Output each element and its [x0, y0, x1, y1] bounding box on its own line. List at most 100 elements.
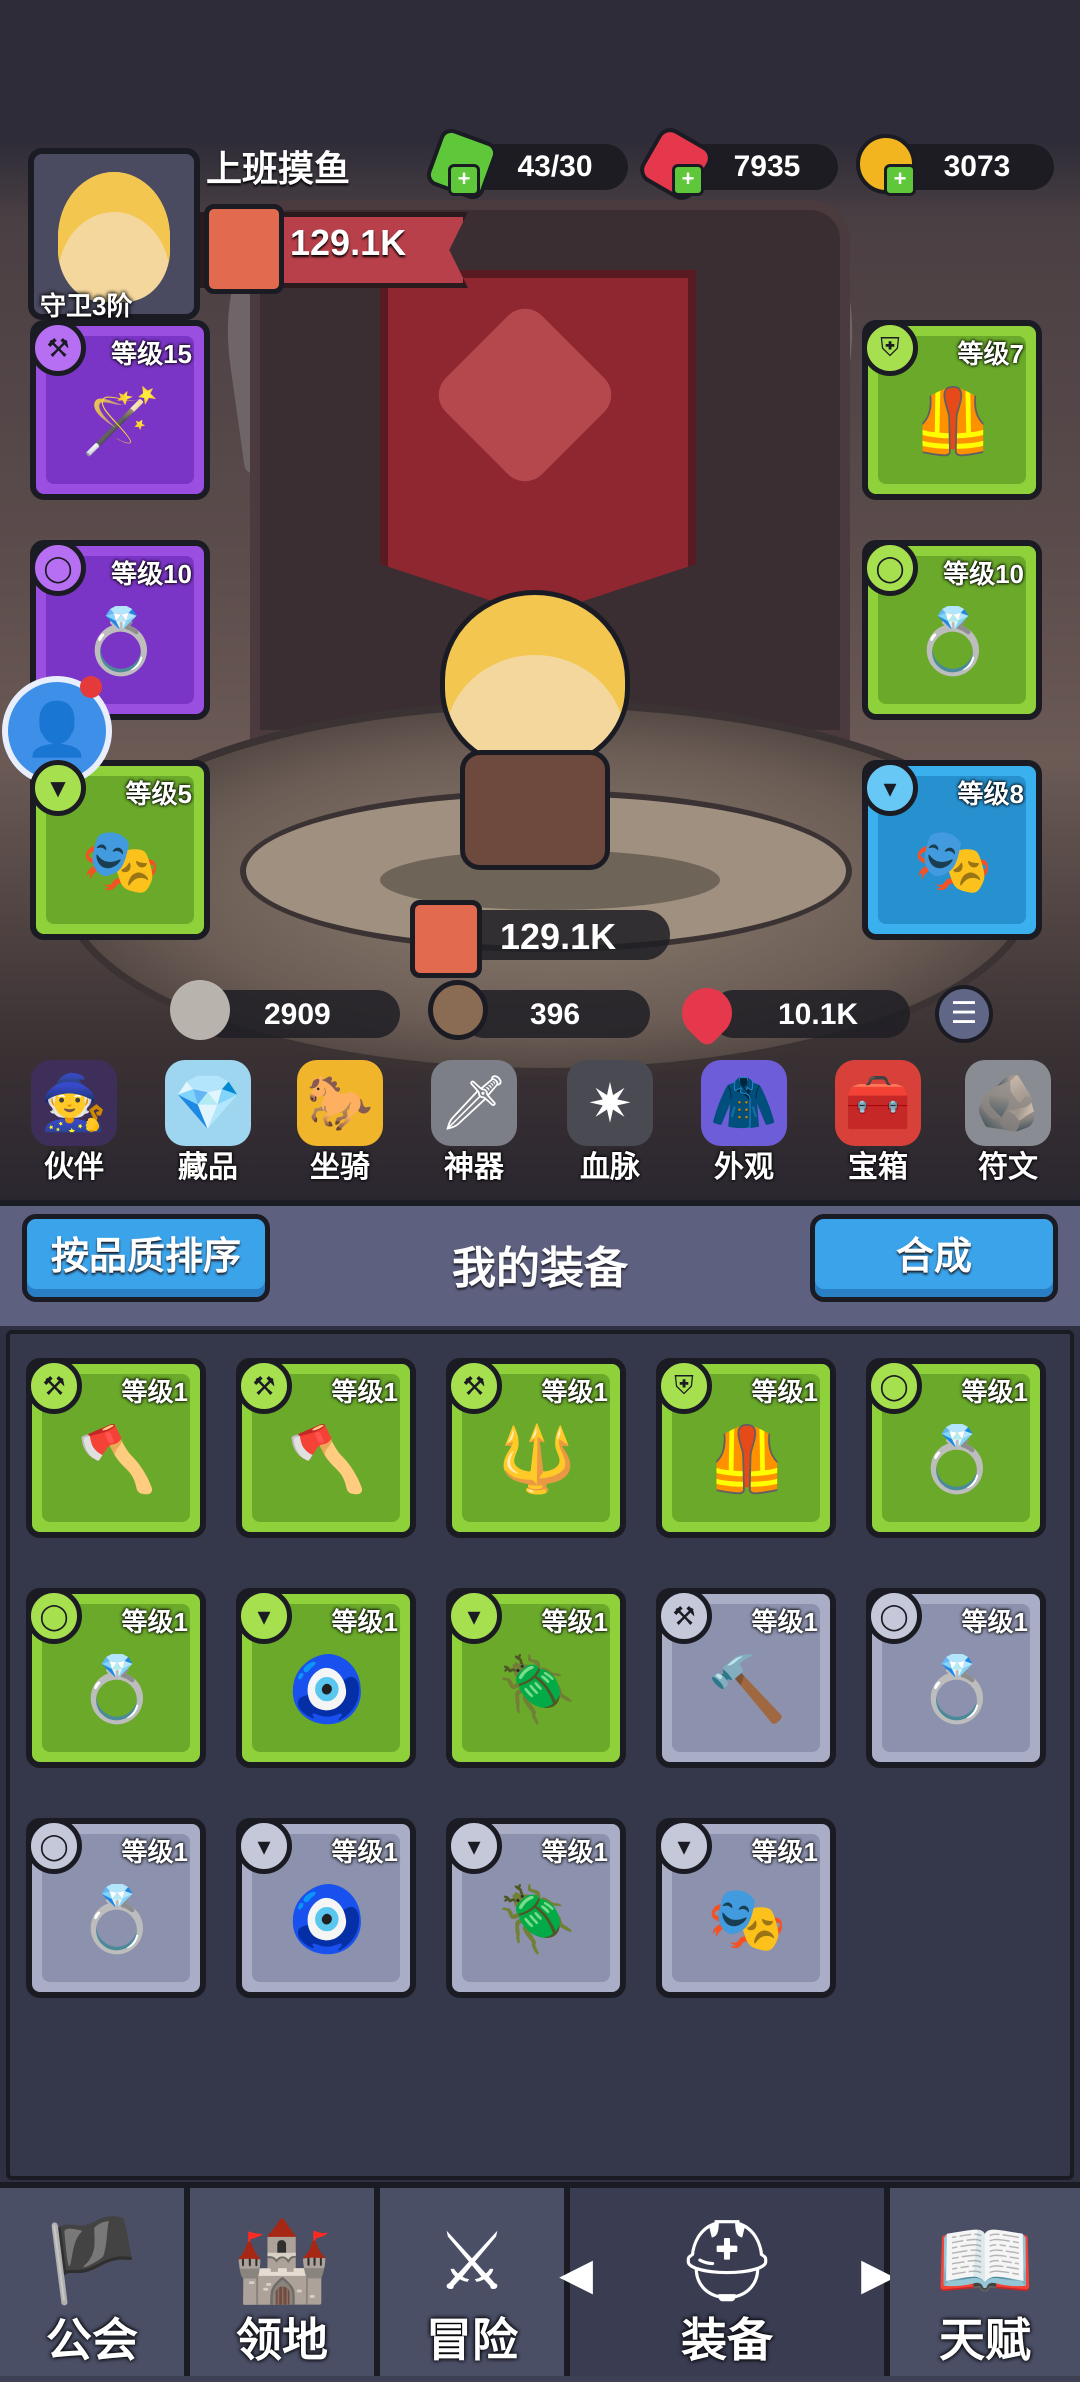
stats-detail-button[interactable]: ☰: [935, 985, 993, 1043]
equipped-slot-armor[interactable]: ⛨ 等级7 🦺: [862, 320, 1042, 500]
category-label: 神器: [444, 1151, 504, 1184]
ring-type-icon: ◯: [866, 1358, 922, 1414]
amulet-type-icon: ▾: [656, 1818, 712, 1874]
player-name: 上班摸鱼: [206, 148, 351, 189]
inventory-item[interactable]: ⚒ 等级1 🔱: [446, 1358, 626, 1538]
mask-type-icon: ▼: [30, 760, 86, 816]
inventory-item[interactable]: ◯ 等级1 💍: [26, 1588, 206, 1768]
category-label: 宝箱: [848, 1151, 908, 1184]
equipped-slot-ring-2[interactable]: ◯ 等级10 💍: [862, 540, 1042, 720]
item-level: 等级1: [751, 1837, 818, 1867]
item-level: 等级1: [331, 1607, 398, 1637]
hero-character[interactable]: [400, 590, 660, 870]
amulet-icon: 🪲: [497, 1882, 577, 1955]
axe-type-icon: ⚒: [236, 1358, 292, 1414]
rune-stone-icon: 🪨: [965, 1060, 1051, 1146]
hero-power: 129.1K: [500, 916, 617, 957]
cloak-icon: 🧥: [701, 1060, 787, 1146]
axe-icon: 🪓: [287, 1422, 367, 1495]
armor-icon: 🦺: [707, 1422, 787, 1495]
ring-icon: 💍: [77, 1652, 157, 1725]
inventory-item[interactable]: ▾ 等级1 🧿: [236, 1588, 416, 1768]
category-chest[interactable]: 🧰 宝箱: [818, 1060, 938, 1186]
mask-icon: 🎭: [913, 824, 993, 897]
inventory-item[interactable]: ⛨ 等级1 🦺: [656, 1358, 836, 1538]
nav-label: 冒险: [426, 2314, 518, 2366]
add-rubies-button[interactable]: +: [672, 164, 704, 196]
slot-level: 等级7: [957, 339, 1024, 369]
item-level: 等级1: [961, 1377, 1028, 1407]
amulet-icon: 🧿: [287, 1652, 367, 1725]
armor-type-icon: ⛨: [656, 1358, 712, 1414]
inventory-item[interactable]: ⚒ 等级1 🔨: [656, 1588, 836, 1768]
amulet-type-icon: ▾: [236, 1818, 292, 1874]
ring-icon: 💍: [913, 604, 993, 677]
amulet-type-icon: ▾: [862, 760, 918, 816]
castle-icon: 🏰: [232, 2216, 332, 2305]
ring-icon: 💍: [77, 1882, 157, 1955]
ring-type-icon: ◯: [866, 1588, 922, 1644]
treasure-chest-icon: 🧰: [835, 1060, 921, 1146]
artifact-sword-icon: 🗡: [431, 1060, 517, 1146]
item-level: 等级1: [961, 1607, 1028, 1637]
item-level: 等级1: [751, 1377, 818, 1407]
crystal-icon: 💎: [165, 1060, 251, 1146]
category-label: 坐骑: [310, 1151, 370, 1184]
inventory-item[interactable]: ▾ 等级1 🎭: [656, 1818, 836, 1998]
equipped-slot-amulet[interactable]: ▾ 等级8 🎭: [862, 760, 1042, 940]
ring-type-icon: ◯: [862, 540, 918, 596]
nav-tab-guild[interactable]: 🏴 公会: [0, 2188, 190, 2376]
category-collection[interactable]: 💎 藏品: [148, 1060, 268, 1186]
nav-tab-territory[interactable]: 🏰 领地: [190, 2188, 380, 2376]
category-mount[interactable]: 🐎 坐骑: [280, 1060, 400, 1186]
equipped-slot-weapon[interactable]: ⚒ 等级15 🪄: [30, 320, 210, 500]
nav-label: 领地: [236, 2314, 328, 2366]
category-label: 血脉: [580, 1151, 640, 1184]
power-axe-icon: [204, 204, 284, 294]
amulet-icon: 🧿: [287, 1882, 367, 1955]
player-power: 129.1K: [290, 222, 407, 263]
ring-icon: 💍: [917, 1652, 997, 1725]
slot-level: 等级5: [125, 779, 192, 809]
inventory-item[interactable]: ▾ 等级1 🧿: [236, 1818, 416, 1998]
inventory-item[interactable]: ◯ 等级1 💍: [866, 1588, 1046, 1768]
talent-book-icon: 📖: [935, 2216, 1035, 2305]
chevron-left-icon: ◀: [559, 2250, 593, 2299]
coins-value: 3073: [943, 150, 1011, 183]
inventory-item[interactable]: ◯ 等级1 💍: [866, 1358, 1046, 1538]
staff-icon: 🪄: [81, 384, 161, 457]
axe-icon: 🪓: [77, 1422, 157, 1495]
avatar-face: [58, 172, 170, 302]
equipped-slot-mask[interactable]: ▼ 等级5 🎭: [30, 760, 210, 940]
inventory-item[interactable]: ▾ 等级1 🪲: [446, 1588, 626, 1768]
hp-value: 10.1K: [778, 998, 859, 1031]
category-bloodline[interactable]: ✷ 血脉: [550, 1060, 670, 1186]
inventory-item[interactable]: ⚒ 等级1 🪓: [26, 1358, 206, 1538]
nav-label: 天赋: [939, 2314, 1031, 2366]
add-coins-button[interactable]: +: [884, 164, 916, 196]
item-level: 等级1: [331, 1837, 398, 1867]
attack-axe-icon: [170, 980, 230, 1040]
ring-icon: 💍: [917, 1422, 997, 1495]
slot-level: 等级8: [957, 779, 1024, 809]
amulet-type-icon: ▾: [236, 1588, 292, 1644]
item-level: 等级1: [751, 1607, 818, 1637]
category-rune[interactable]: 🪨 符文: [948, 1060, 1068, 1186]
hero-head: [440, 590, 630, 770]
merge-button[interactable]: 合成: [810, 1214, 1058, 1302]
axe-type-icon: ⚒: [446, 1358, 502, 1414]
category-label: 外观: [714, 1151, 774, 1184]
item-level: 等级1: [121, 1607, 188, 1637]
nav-tab-equipment[interactable]: ⛑ 装备: [570, 2188, 890, 2376]
category-artifact[interactable]: 🗡 神器: [414, 1060, 534, 1186]
category-appearance[interactable]: 🧥 外观: [684, 1060, 804, 1186]
nav-tab-talent[interactable]: 📖 天赋: [890, 2188, 1080, 2376]
add-energy-button[interactable]: +: [448, 164, 480, 196]
nav-tab-adventure[interactable]: ⚔ 冒险: [380, 2188, 570, 2376]
inventory-item[interactable]: ▾ 等级1 🪲: [446, 1818, 626, 1998]
category-label: 藏品: [178, 1151, 238, 1184]
inventory-item[interactable]: ◯ 等级1 💍: [26, 1818, 206, 1998]
inventory-item[interactable]: ⚒ 等级1 🪓: [236, 1358, 416, 1538]
axe-type-icon: ⚒: [26, 1358, 82, 1414]
category-partner[interactable]: 🧙 伙伴: [14, 1060, 134, 1186]
